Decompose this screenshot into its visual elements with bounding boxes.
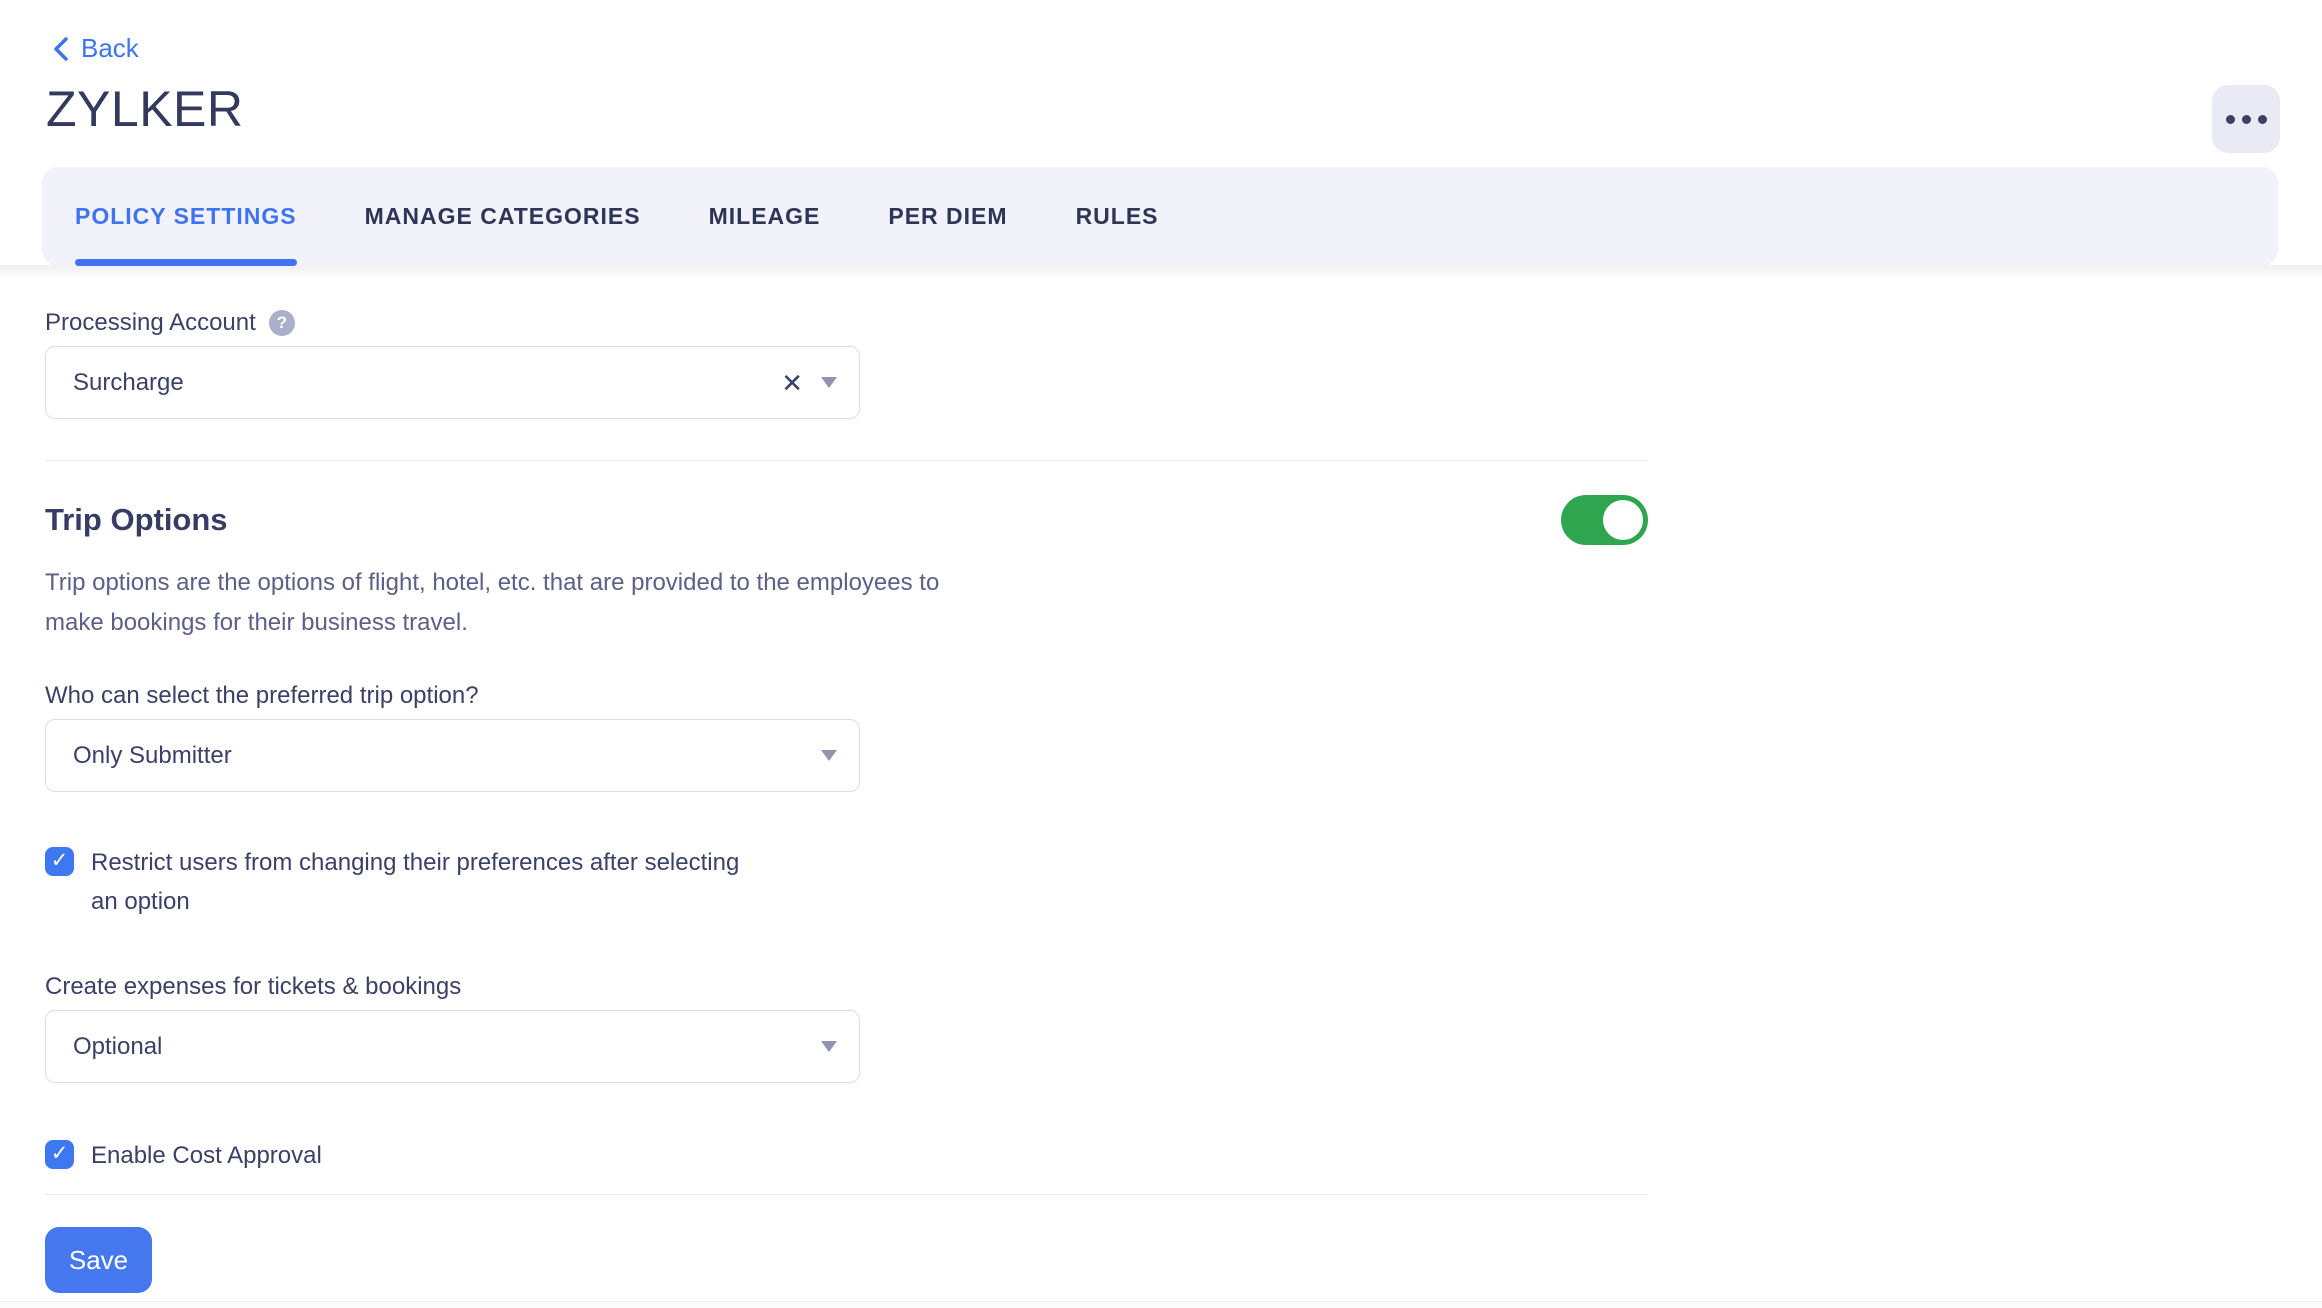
tab-bar: POLICY SETTINGS MANAGE CATEGORIES MILEAG… — [42, 167, 2278, 266]
back-chevron-icon — [52, 36, 69, 62]
back-link[interactable]: Back — [52, 33, 139, 64]
restrict-preferences-row[interactable]: ✓ Restrict users from changing their pre… — [45, 843, 1648, 921]
preferred-trip-option-label: Who can select the preferred trip option… — [45, 679, 1648, 713]
chevron-down-icon — [821, 1041, 837, 1052]
create-expenses-select[interactable]: Optional — [45, 1010, 860, 1083]
enable-cost-approval-checkbox[interactable]: ✓ — [45, 1140, 74, 1169]
enable-cost-approval-label: Enable Cost Approval — [91, 1136, 322, 1175]
clear-icon[interactable]: ✕ — [781, 370, 803, 396]
preferred-trip-option-select[interactable]: Only Submitter — [45, 719, 860, 792]
check-icon: ✓ — [51, 850, 69, 871]
ellipsis-icon — [2226, 115, 2267, 124]
trip-options-toggle[interactable] — [1561, 495, 1648, 545]
trip-options-description: Trip options are the options of flight, … — [45, 563, 1155, 643]
processing-account-label: Processing Account — [45, 306, 256, 340]
enable-cost-approval-row[interactable]: ✓ Enable Cost Approval — [45, 1136, 1648, 1175]
processing-account-select[interactable]: Surcharge ✕ — [45, 346, 860, 419]
back-label: Back — [81, 33, 139, 64]
more-options-button[interactable] — [2212, 85, 2280, 153]
preferred-trip-option-value: Only Submitter — [73, 742, 821, 770]
restrict-preferences-checkbox[interactable]: ✓ — [45, 847, 74, 876]
tabbar-shadow — [0, 265, 2322, 279]
create-expenses-value: Optional — [73, 1033, 821, 1061]
tab-rules[interactable]: RULES — [1076, 167, 1159, 266]
tab-policy-settings[interactable]: POLICY SETTINGS — [75, 167, 297, 266]
trip-options-title: Trip Options — [45, 502, 228, 538]
tab-per-diem[interactable]: PER DIEM — [888, 167, 1007, 266]
create-expenses-label: Create expenses for tickets & bookings — [45, 970, 1648, 1004]
divider — [45, 460, 1648, 461]
chevron-down-icon — [821, 377, 837, 388]
processing-account-value: Surcharge — [73, 369, 781, 397]
toggle-knob — [1603, 500, 1643, 540]
bottom-edge-strip — [0, 1301, 2322, 1308]
chevron-down-icon — [821, 750, 837, 761]
divider — [45, 1194, 1648, 1195]
help-icon[interactable]: ? — [269, 310, 295, 336]
policy-settings-content: Processing Account ? Surcharge ✕ Trip Op… — [45, 279, 1648, 1293]
policy-settings-page: Back ZYLKER POLICY SETTINGS MANAGE CATEG… — [0, 0, 2322, 1308]
page-title: ZYLKER — [46, 80, 244, 138]
description-line: Trip options are the options of flight, … — [45, 563, 1155, 603]
save-button[interactable]: Save — [45, 1227, 152, 1293]
check-icon: ✓ — [51, 1143, 69, 1164]
restrict-preferences-label: Restrict users from changing their prefe… — [91, 843, 739, 921]
tab-manage-categories[interactable]: MANAGE CATEGORIES — [365, 167, 641, 266]
description-line: make bookings for their business travel. — [45, 603, 1155, 643]
tab-mileage[interactable]: MILEAGE — [709, 167, 821, 266]
